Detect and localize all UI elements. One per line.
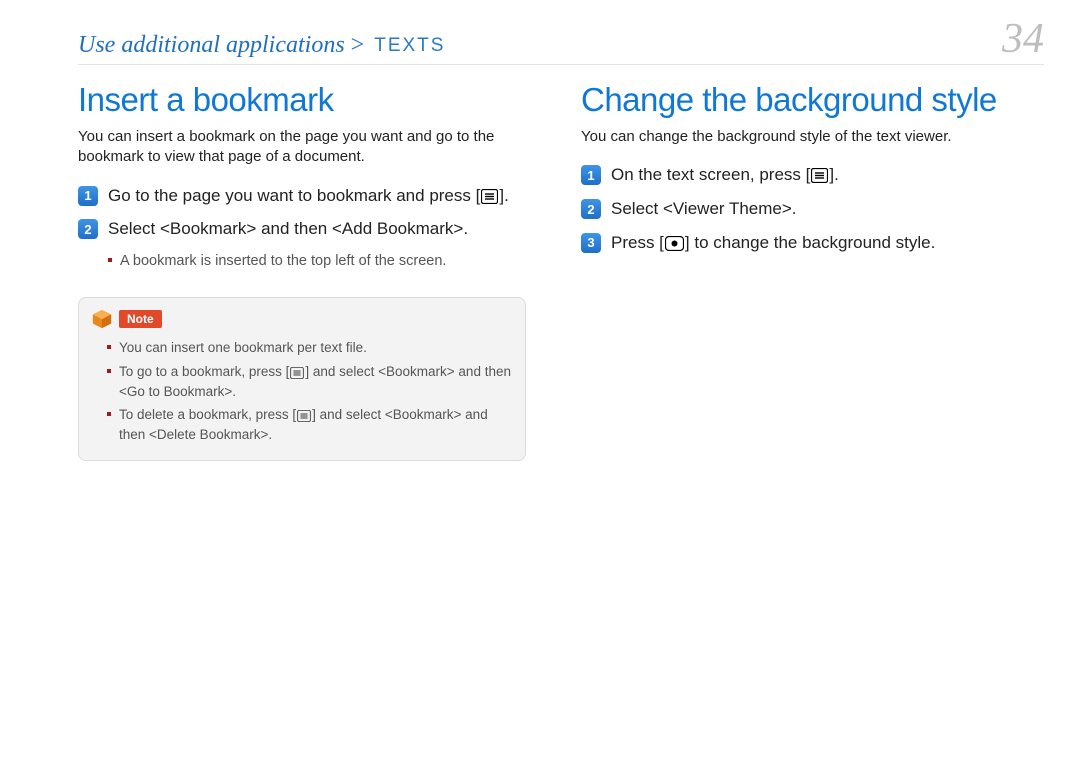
step-number-badge: 2 — [78, 219, 98, 239]
sub-bullet-text: A bookmark is inserted to the top left o… — [120, 251, 446, 271]
note-item-text: To go to a bookmark, press [] and select… — [119, 362, 511, 401]
select-button-icon — [665, 236, 684, 251]
step-text: Select <Viewer Theme>. — [611, 197, 797, 221]
menu-icon — [297, 410, 311, 422]
note-label: Note — [119, 310, 162, 328]
content-columns: Insert a bookmark You can insert a bookm… — [78, 75, 1044, 461]
bullet-dot-icon — [107, 369, 111, 373]
menu-icon — [290, 367, 304, 379]
breadcrumb-current: TEXTS — [374, 35, 445, 56]
step-text: Go to the page you want to bookmark and … — [108, 184, 509, 208]
menu-icon — [481, 189, 498, 204]
step-item: 2 Select <Viewer Theme>. — [581, 197, 1044, 221]
note-cube-icon — [91, 308, 113, 330]
step-text: On the text screen, press []. — [611, 163, 839, 187]
breadcrumb-main: Use additional applications — [78, 32, 345, 58]
bullet-dot-icon — [107, 412, 111, 416]
right-column: Change the background style You can chan… — [581, 75, 1044, 461]
steps-bookmark: 1 Go to the page you want to bookmark an… — [78, 184, 541, 242]
left-column: Insert a bookmark You can insert a bookm… — [78, 75, 541, 461]
steps-background: 1 On the text screen, press []. 2 Select… — [581, 163, 1044, 254]
note-list: You can insert one bookmark per text fil… — [107, 338, 511, 444]
note-item: You can insert one bookmark per text fil… — [107, 338, 511, 358]
section-title-bookmark: Insert a bookmark — [78, 81, 541, 119]
page-header: Use additional applications > TEXTS 34 — [78, 18, 1044, 65]
step-text: Select <Bookmark> and then <Add Bookmark… — [108, 217, 468, 241]
menu-icon — [811, 168, 828, 183]
step-item: 1 Go to the page you want to bookmark an… — [78, 184, 541, 208]
step-number-badge: 1 — [78, 186, 98, 206]
note-item: To go to a bookmark, press [] and select… — [107, 362, 511, 401]
note-header: Note — [91, 308, 511, 330]
step-number-badge: 1 — [581, 165, 601, 185]
step-item: 2 Select <Bookmark> and then <Add Bookma… — [78, 217, 541, 241]
step-item: 1 On the text screen, press []. — [581, 163, 1044, 187]
note-item-text: To delete a bookmark, press [] and selec… — [119, 405, 511, 444]
step-number-badge: 3 — [581, 233, 601, 253]
breadcrumb-separator: > — [351, 32, 365, 58]
bullet-dot-icon — [107, 345, 111, 349]
step-text: Press [] to change the background style. — [611, 231, 935, 255]
intro-bookmark: You can insert a bookmark on the page yo… — [78, 127, 541, 168]
step-item: 3 Press [] to change the background styl… — [581, 231, 1044, 255]
bullet-dot-icon — [108, 258, 112, 262]
note-box: Note You can insert one bookmark per tex… — [78, 297, 526, 461]
step-number-badge: 2 — [581, 199, 601, 219]
note-item-text: You can insert one bookmark per text fil… — [119, 338, 367, 358]
sub-bullet: A bookmark is inserted to the top left o… — [108, 251, 541, 271]
note-item: To delete a bookmark, press [] and selec… — [107, 405, 511, 444]
intro-background: You can change the background style of t… — [581, 127, 1044, 147]
breadcrumb: Use additional applications > TEXTS — [78, 32, 445, 59]
manual-page: Use additional applications > TEXTS 34 I… — [0, 0, 1080, 762]
page-number: 34 — [1002, 18, 1044, 60]
section-title-background: Change the background style — [581, 81, 1044, 119]
